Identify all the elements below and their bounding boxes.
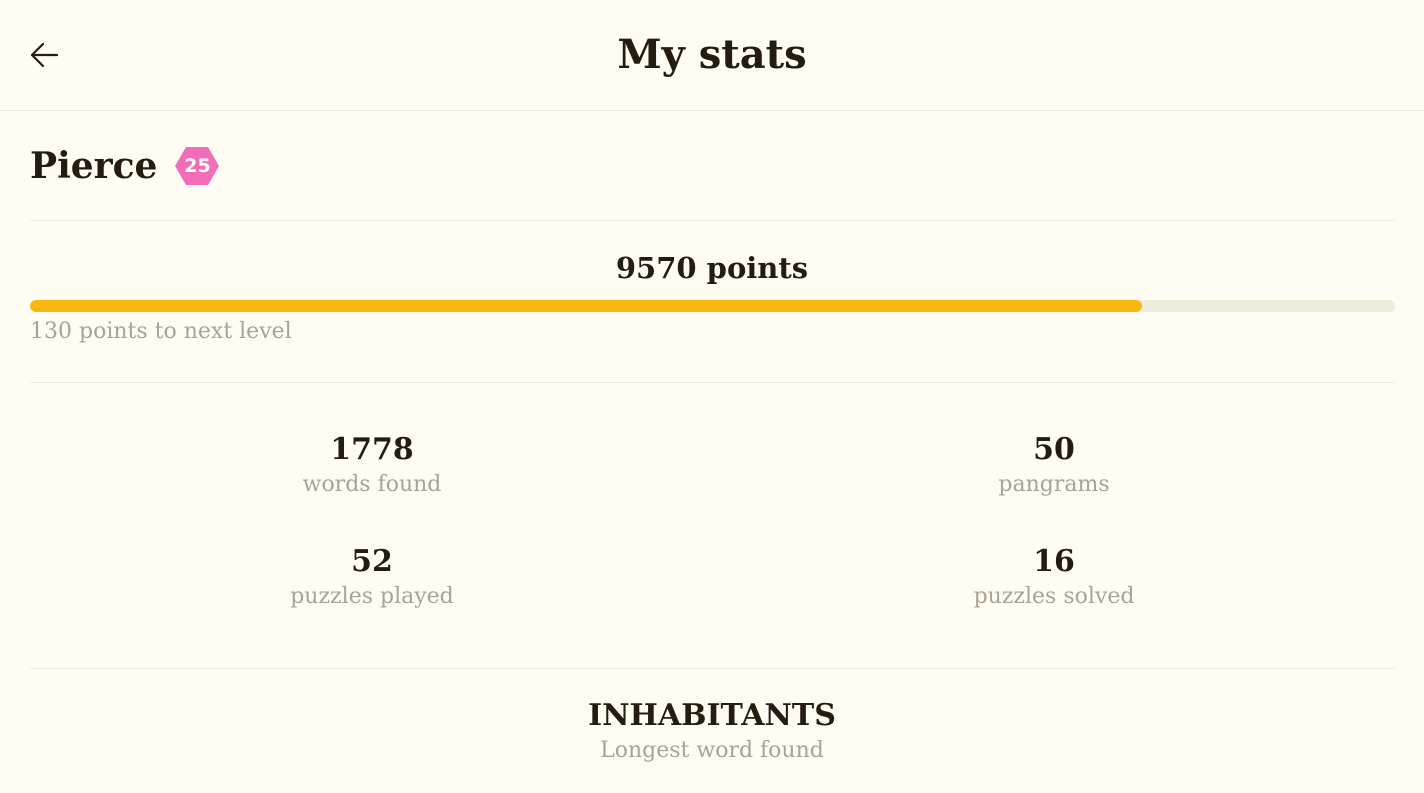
stat-puzzles-solved: 16 puzzles solved (804, 542, 1304, 612)
divider (30, 668, 1395, 669)
stat-value: 52 (351, 544, 393, 579)
username: Pierce (30, 145, 158, 187)
profile-row: Pierce 25 (30, 140, 220, 192)
header: My stats (0, 0, 1424, 111)
level-number: 25 (184, 155, 211, 177)
level-badge: 25 (175, 147, 220, 185)
points-total: 9570 points (615, 251, 809, 285)
longest-word: INHABITANTS (588, 698, 836, 733)
stat-label: words found (302, 472, 442, 497)
longest-word-label: Longest word found (600, 738, 824, 763)
stat-label: puzzles played (290, 584, 454, 609)
stat-value: 50 (1033, 432, 1075, 467)
stat-value: 16 (1033, 544, 1075, 579)
stat-label: puzzles solved (973, 584, 1135, 609)
stat-value: 1778 (330, 432, 414, 467)
stat-words-found: 1778 words found (122, 430, 622, 500)
stat-pangrams: 50 pangrams (804, 430, 1304, 500)
progress-bar (30, 300, 1395, 312)
stat-label: pangrams (998, 472, 1110, 497)
page-title: My stats (617, 31, 807, 78)
divider (30, 382, 1395, 383)
next-level-text: 130 points to next level (30, 319, 292, 344)
progress-fill (30, 300, 1143, 312)
stat-puzzles-played: 52 puzzles played (122, 542, 622, 612)
longest-word-section: INHABITANTS Longest word found (0, 697, 1424, 767)
divider (30, 220, 1395, 221)
